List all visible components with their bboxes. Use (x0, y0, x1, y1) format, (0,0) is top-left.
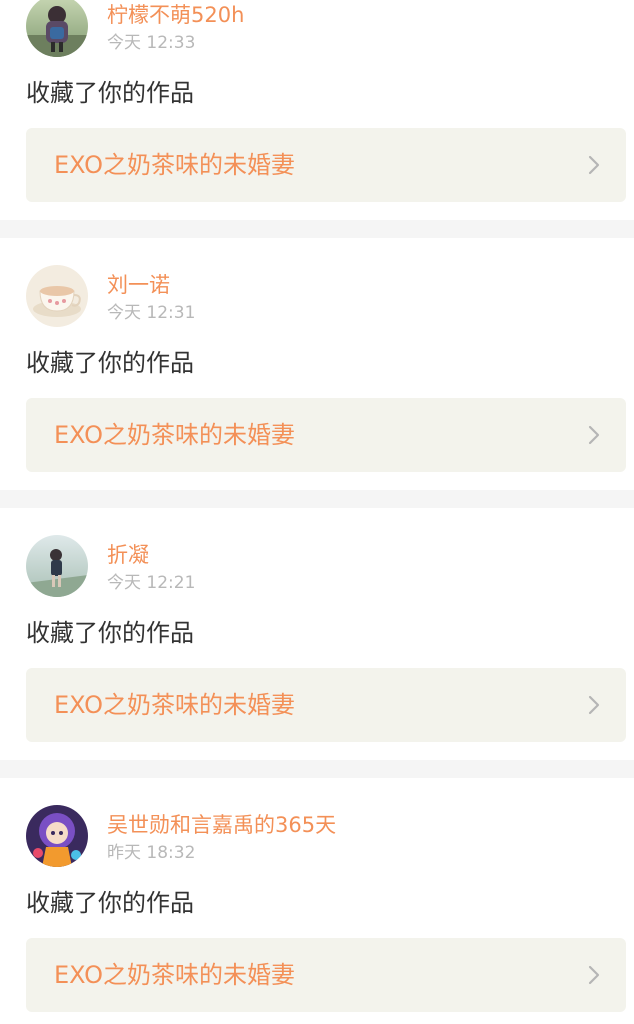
work-link[interactable]: EXO之奶茶味的未婚妻 (26, 938, 626, 1012)
user-avatar[interactable] (26, 265, 88, 327)
girl-with-backpack-avatar (26, 0, 88, 57)
anime-girl-avatar (26, 805, 88, 867)
work-title: EXO之奶茶味的未婚妻 (54, 691, 295, 719)
chevron-right-icon (588, 425, 600, 445)
timestamp: 昨天 18:32 (107, 843, 196, 863)
notification-card: 刘一诺 今天 12:31 收藏了你的作品 EXO之奶茶味的未婚妻 (0, 238, 634, 490)
teacup-avatar (26, 265, 88, 327)
notification-card: 折凝 今天 12:21 收藏了你的作品 EXO之奶茶味的未婚妻 (0, 508, 634, 760)
username[interactable]: 刘一诺 (107, 272, 170, 298)
chevron-right-icon (588, 695, 600, 715)
action-text: 收藏了你的作品 (26, 79, 194, 107)
username[interactable]: 吴世勋和言嘉禹的365天 (107, 812, 336, 838)
action-text: 收藏了你的作品 (26, 889, 194, 917)
notification-card: 柠檬不萌520h 今天 12:33 收藏了你的作品 EXO之奶茶味的未婚妻 (0, 0, 634, 220)
username[interactable]: 折凝 (107, 542, 149, 568)
user-avatar[interactable] (26, 0, 88, 57)
timestamp: 今天 12:31 (107, 303, 196, 323)
girl-on-path-avatar (26, 535, 88, 597)
notification-card: 吴世勋和言嘉禹的365天 昨天 18:32 收藏了你的作品 EXO之奶茶味的未婚… (0, 778, 634, 1024)
user-avatar[interactable] (26, 535, 88, 597)
work-link[interactable]: EXO之奶茶味的未婚妻 (26, 128, 626, 202)
work-link[interactable]: EXO之奶茶味的未婚妻 (26, 668, 626, 742)
username[interactable]: 柠檬不萌520h (107, 2, 244, 28)
user-avatar[interactable] (26, 805, 88, 867)
work-link[interactable]: EXO之奶茶味的未婚妻 (26, 398, 626, 472)
work-title: EXO之奶茶味的未婚妻 (54, 421, 295, 449)
action-text: 收藏了你的作品 (26, 349, 194, 377)
chevron-right-icon (588, 155, 600, 175)
work-title: EXO之奶茶味的未婚妻 (54, 961, 295, 989)
timestamp: 今天 12:21 (107, 573, 196, 593)
timestamp: 今天 12:33 (107, 33, 196, 53)
action-text: 收藏了你的作品 (26, 619, 194, 647)
work-title: EXO之奶茶味的未婚妻 (54, 151, 295, 179)
notification-feed: 柠檬不萌520h 今天 12:33 收藏了你的作品 EXO之奶茶味的未婚妻 刘一… (0, 0, 634, 1024)
chevron-right-icon (588, 965, 600, 985)
